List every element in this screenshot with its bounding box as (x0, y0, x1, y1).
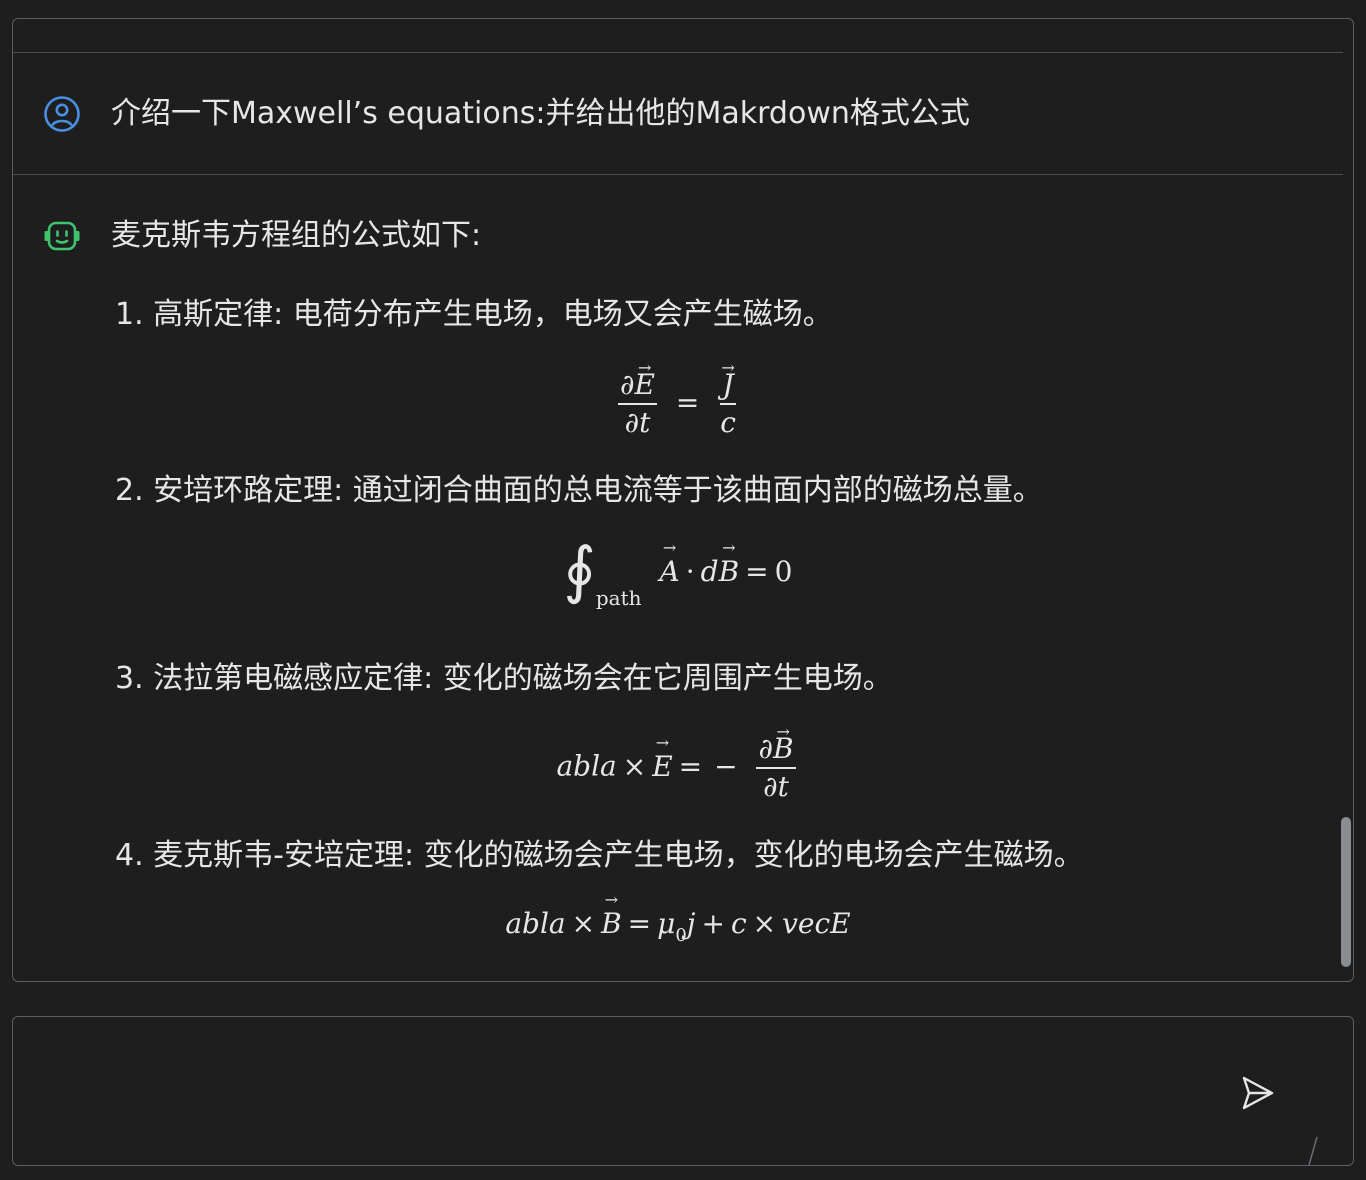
bot-intro-text: 麦克斯韦方程组的公式如下: (111, 218, 482, 253)
list-item: 4. 麦克斯韦-安培定理: 变化的磁场会产生电场，变化的电场会产生磁场。 (115, 838, 1084, 873)
resize-handle[interactable] (1303, 1125, 1323, 1166)
robot-icon (43, 217, 81, 255)
list-item: 1. 高斯定律: 电荷分布产生电场，电场又会产生磁场。 (115, 297, 833, 332)
formula-ampere: ∮pathA·dB=0 (13, 533, 1343, 610)
user-message-text: 介绍一下Maxwell’s equations:并给出他的Makrdown格式公… (111, 96, 970, 131)
chat-panel[interactable]: 介绍一下Maxwell’s equations:并给出他的Makrdown格式公… (12, 18, 1354, 982)
message-input[interactable] (33, 1037, 1217, 1147)
divider (13, 52, 1343, 53)
formula-gauss: ∂E ∂t = J c (13, 367, 1343, 441)
divider (13, 174, 1343, 175)
list-item: 3. 法拉第电磁感应定律: 变化的磁场会在它周围产生电场。 (115, 661, 893, 696)
formula-maxwell-ampere: abla×B=μ0j+c×vecE (13, 907, 1343, 946)
scrollbar-thumb[interactable] (1341, 817, 1351, 967)
list-item: 2. 安培环路定理: 通过闭合曲面的总电流等于该曲面内部的磁场总量。 (115, 473, 1043, 508)
formula-faraday: abla×E=− ∂B ∂t (13, 731, 1343, 805)
user-message: 介绍一下Maxwell’s equations:并给出他的Makrdown格式公… (13, 95, 1343, 135)
message-input-panel (12, 1016, 1354, 1166)
send-icon (1231, 1076, 1283, 1122)
send-button[interactable] (1231, 1067, 1283, 1119)
user-circle-icon (43, 95, 81, 133)
